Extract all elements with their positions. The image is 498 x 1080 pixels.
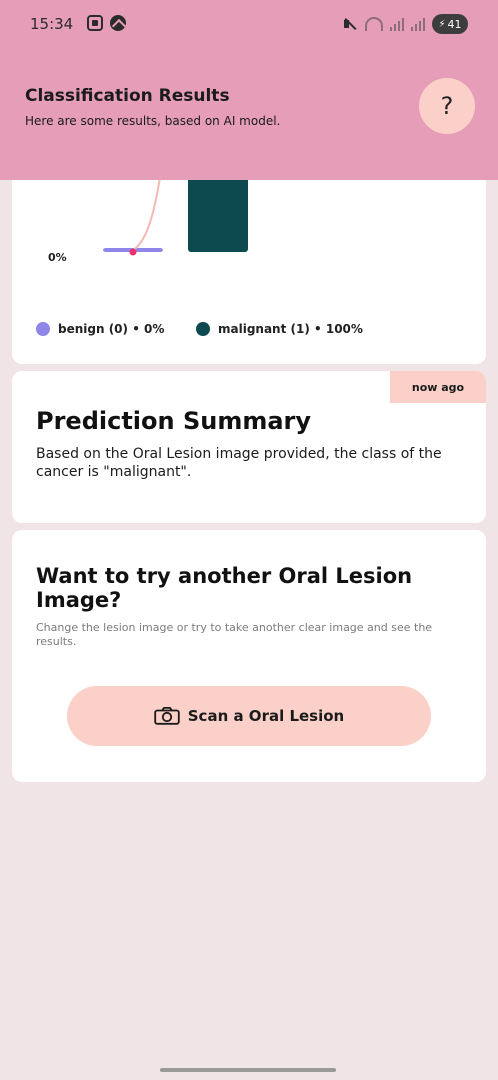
- prediction-summary-card: now ago Prediction Summary Based on the …: [12, 371, 486, 523]
- screenshot-icon: [87, 15, 103, 31]
- scan-lesion-label: Scan a Oral Lesion: [187, 707, 345, 725]
- battery-icon: ⚡ 41: [432, 14, 468, 34]
- status-bar: 15:34 ⚡ 41: [0, 0, 498, 52]
- screen: 0% benign (0) • 0% malignant (1) • 100% …: [0, 0, 498, 1080]
- legend-label-benign: benign (0) • 0%: [58, 322, 165, 336]
- data-point-benign: [129, 248, 137, 256]
- nav-icon: [110, 15, 126, 31]
- mute-icon: [342, 17, 358, 31]
- summary-title: Prediction Summary: [36, 407, 312, 435]
- app-header: 15:34 ⚡ 41 Classification Results Here ar…: [0, 0, 498, 180]
- y-tick-label: 0%: [48, 251, 67, 264]
- signal-icon: [411, 17, 425, 31]
- legend-dot-benign: [36, 322, 50, 336]
- page-title: Classification Results: [25, 86, 230, 106]
- try-another-title: Want to try another Oral Lesion Image?: [36, 564, 413, 612]
- status-time: 15:34: [30, 15, 74, 33]
- help-button[interactable]: ?: [419, 78, 475, 134]
- home-indicator[interactable]: [160, 1068, 336, 1072]
- status-icons: ⚡ 41: [342, 14, 468, 34]
- summary-text: Based on the Oral Lesion image provided,…: [36, 446, 442, 480]
- page-subtitle: Here are some results, based on AI model…: [25, 114, 281, 128]
- try-another-card: Want to try another Oral Lesion Image? C…: [12, 530, 486, 782]
- legend-item-malignant: malignant (1) • 100%: [196, 322, 363, 336]
- scan-lesion-button[interactable]: Scan a Oral Lesion: [67, 686, 431, 746]
- legend-item-benign: benign (0) • 0%: [36, 322, 164, 336]
- wifi-icon: [365, 17, 383, 31]
- timestamp-badge: now ago: [390, 371, 486, 403]
- battery-level: 41: [447, 17, 462, 31]
- try-another-subtitle: Change the lesion image or try to take a…: [36, 621, 433, 648]
- camera-icon: [154, 707, 180, 725]
- signal-icon: [390, 17, 404, 31]
- legend-label-malignant: malignant (1) • 100%: [218, 322, 363, 336]
- legend-dot-malignant: [196, 322, 210, 336]
